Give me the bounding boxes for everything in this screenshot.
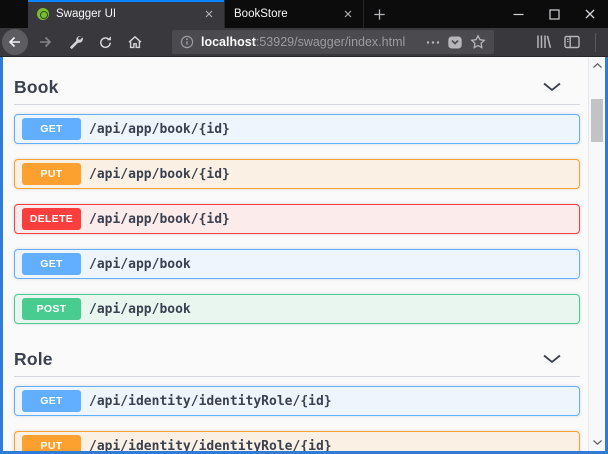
site-info-icon[interactable] — [180, 35, 194, 49]
url-text: localhost:53929/swagger/index.html — [201, 35, 419, 49]
minimize-icon — [513, 9, 524, 20]
back-icon — [7, 34, 23, 50]
scrollbar-thumb[interactable] — [591, 99, 603, 142]
chevron-up-icon — [593, 63, 602, 68]
plus-icon — [372, 7, 387, 22]
toolbar-separator — [595, 33, 596, 52]
endpoint-row[interactable]: GET /api/app/book — [14, 249, 580, 279]
minimize-button[interactable] — [500, 0, 536, 28]
url-host: localhost — [201, 35, 256, 49]
close-tab-icon[interactable] — [203, 8, 215, 20]
endpoint-path: /api/app/book/{id} — [89, 122, 230, 137]
tab-swagger-ui[interactable]: Swagger UI — [28, 0, 224, 28]
endpoint-path: /api/identity/identityRole/{id} — [89, 394, 332, 409]
endpoint-row[interactable]: GET /api/identity/identityRole/{id} — [14, 386, 580, 416]
method-badge: GET — [22, 118, 81, 140]
endpoint-row[interactable]: GET /api/app/book/{id} — [14, 114, 580, 144]
pocket-icon[interactable] — [447, 35, 463, 50]
chevron-down-icon — [593, 440, 602, 445]
scroll-up-button[interactable] — [593, 63, 602, 68]
maximize-button[interactable] — [536, 0, 572, 28]
close-window-button[interactable] — [572, 0, 608, 28]
section-header-book[interactable]: Book — [14, 77, 580, 97]
browser-window: Swagger UI BookStore — [0, 0, 608, 454]
home-button[interactable] — [122, 29, 148, 55]
endpoint-path: /api/app/book — [89, 302, 191, 317]
endpoint-row[interactable]: POST /api/app/book — [14, 294, 580, 324]
method-badge: PUT — [22, 163, 81, 185]
address-bar[interactable]: localhost:53929/swagger/index.html — [172, 30, 494, 54]
tab-title: BookStore — [234, 8, 335, 20]
page-actions-icon[interactable] — [426, 40, 440, 45]
reload-button[interactable] — [92, 29, 118, 55]
chevron-down-icon[interactable] — [542, 354, 562, 364]
method-badge: GET — [22, 253, 81, 275]
endpoint-path: /api/identity/identityRole/{id} — [89, 439, 332, 452]
tab-bookstore[interactable]: BookStore — [224, 0, 364, 28]
close-tab-icon[interactable] — [342, 8, 354, 20]
section-title: Book — [14, 77, 59, 98]
section-divider — [14, 104, 580, 105]
reload-icon — [98, 35, 113, 50]
url-path: :53929/swagger/index.html — [256, 35, 405, 49]
endpoint-row[interactable]: DELETE /api/app/book/{id} — [14, 204, 580, 234]
window-controls — [500, 0, 608, 28]
chevron-down-icon[interactable] — [542, 82, 562, 92]
title-bar: Swagger UI BookStore — [0, 0, 608, 28]
method-badge: GET — [22, 390, 81, 412]
toolbar-right — [536, 33, 608, 52]
forward-button[interactable] — [32, 29, 58, 55]
endpoint-row[interactable]: PUT /api/identity/identityRole/{id} — [14, 431, 580, 451]
scroll-down-button[interactable] — [593, 440, 602, 445]
navigation-bar: localhost:53929/swagger/index.html — [0, 28, 608, 57]
page-tools-button[interactable] — [62, 29, 88, 55]
method-badge: PUT — [22, 435, 81, 451]
forward-icon — [37, 34, 53, 50]
section-divider — [14, 376, 580, 377]
section-title: Role — [14, 349, 53, 370]
endpoint-path: /api/app/book — [89, 257, 191, 272]
vertical-scrollbar[interactable] — [588, 57, 605, 451]
swagger-page: Book GET /api/app/book/{id} PUT /api/app… — [3, 57, 588, 451]
swagger-favicon-icon — [37, 8, 49, 20]
close-icon — [584, 8, 596, 20]
endpoint-path: /api/app/book/{id} — [89, 212, 230, 227]
library-icon[interactable] — [536, 34, 552, 50]
section-header-role[interactable]: Role — [14, 349, 580, 369]
endpoint-path: /api/app/book/{id} — [89, 167, 230, 182]
new-tab-button[interactable] — [364, 0, 394, 28]
method-badge: DELETE — [22, 208, 81, 230]
endpoint-row[interactable]: PUT /api/app/book/{id} — [14, 159, 580, 189]
page-content: Book GET /api/app/book/{id} PUT /api/app… — [0, 57, 608, 454]
maximize-icon — [549, 9, 560, 20]
sidebar-icon[interactable] — [564, 34, 580, 50]
tab-title: Swagger UI — [56, 8, 196, 20]
method-badge: POST — [22, 298, 81, 320]
bookmark-star-icon[interactable] — [470, 34, 486, 50]
wrench-icon — [68, 35, 83, 50]
back-button[interactable] — [2, 29, 28, 55]
home-icon — [127, 34, 143, 50]
